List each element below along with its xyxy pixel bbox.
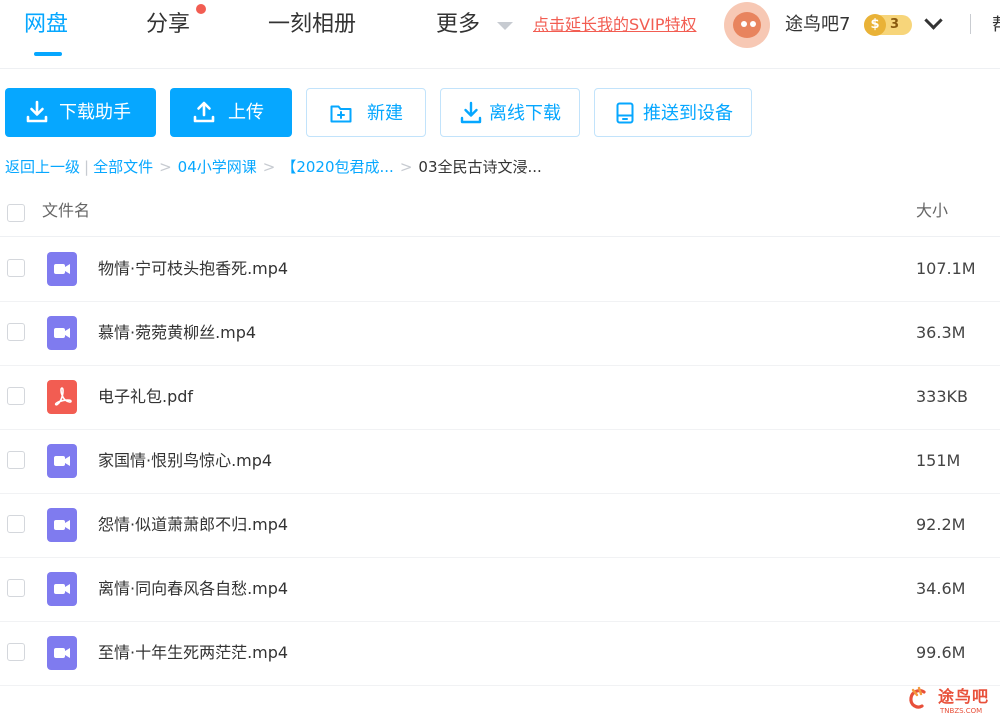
breadcrumb-divider: | — [84, 158, 90, 176]
pdf-file-icon — [47, 380, 77, 414]
download-icon — [26, 100, 48, 123]
file-name[interactable]: 家国情·恨别鸟惊心.mp4 — [98, 449, 272, 473]
file-row[interactable]: 慕情·菀菀黄柳丝.mp4 36.3M — [0, 301, 1000, 366]
file-row[interactable]: 离情·同向春风各自愁.mp4 34.6M — [0, 557, 1000, 622]
video-file-icon — [47, 252, 77, 286]
breadcrumb-separator-icon: > — [399, 158, 413, 176]
file-row[interactable]: 电子礼包.pdf 333KB — [0, 365, 1000, 430]
avatar-eye-icon — [741, 21, 747, 27]
watermark-subtext: TNBZS.COM — [940, 707, 983, 715]
file-size: 107.1M — [916, 259, 976, 278]
notification-dot — [196, 4, 206, 14]
upload-icon — [193, 101, 215, 123]
breadcrumb-folder-2[interactable]: 【2020包君成... — [281, 158, 393, 176]
watermark-logo-icon — [909, 686, 926, 709]
new-folder-icon — [330, 105, 352, 123]
active-tab-indicator — [34, 52, 62, 56]
caret-down-icon[interactable] — [497, 22, 513, 30]
watermark: 途鸟吧 TNBZS.COM — [900, 686, 996, 720]
offline-download-icon — [460, 101, 482, 124]
video-file-icon — [47, 636, 77, 670]
row-checkbox[interactable] — [7, 579, 25, 597]
breadcrumb-current: 03全民古诗文浸... — [418, 158, 542, 176]
avatar[interactable] — [724, 2, 770, 48]
breadcrumb-separator-icon: > — [262, 158, 276, 176]
file-row[interactable]: 物情·宁可枝头抱香死.mp4 107.1M — [0, 237, 1000, 302]
file-name[interactable]: 至情·十年生死两茫茫.mp4 — [98, 641, 288, 665]
push-to-device-label: 推送到设备 — [643, 103, 733, 124]
row-checkbox[interactable] — [7, 323, 25, 341]
file-row[interactable]: 至情·十年生死两茫茫.mp4 99.6M — [0, 621, 1000, 686]
chevron-down-icon[interactable] — [924, 11, 943, 30]
file-row[interactable]: 怨情·似道萧萧郎不归.mp4 92.2M — [0, 493, 1000, 558]
push-to-device-button[interactable]: 推送到设备 — [594, 88, 752, 137]
upload-button[interactable]: 上传 — [170, 88, 292, 137]
offline-download-label: 离线下载 — [489, 103, 561, 124]
file-size: 151M — [916, 451, 961, 470]
download-assistant-button[interactable]: 下载助手 — [5, 88, 156, 137]
file-size: 333KB — [916, 387, 969, 406]
tab-more[interactable]: 更多 — [436, 10, 480, 40]
breadcrumb-back-link[interactable]: 返回上一级 — [5, 158, 80, 176]
file-size: 99.6M — [916, 643, 966, 662]
file-list-header: 文件名 大小 — [0, 190, 1000, 237]
video-file-icon — [47, 316, 77, 350]
breadcrumb: 返回上一级 | 全部文件 >04小学网课 > 【2020包君成... >03全民古诗文浸..… — [5, 156, 542, 178]
file-row[interactable]: 家国情·恨别鸟惊心.mp4 151M — [0, 429, 1000, 494]
row-checkbox[interactable] — [7, 451, 25, 469]
file-name[interactable]: 电子礼包.pdf — [98, 385, 193, 409]
username[interactable]: 途鸟吧7 — [785, 11, 850, 39]
avatar-eye-icon — [750, 21, 756, 27]
avatar-face-icon — [733, 12, 761, 38]
new-folder-label: 新建 — [367, 103, 403, 124]
video-file-icon — [47, 572, 77, 606]
row-checkbox[interactable] — [7, 387, 25, 405]
file-name[interactable]: 慕情·菀菀黄柳丝.mp4 — [98, 321, 256, 345]
row-checkbox[interactable] — [7, 259, 25, 277]
offline-download-button[interactable]: 离线下载 — [440, 88, 580, 137]
svip-promo-link[interactable]: 点击延长我的SVIP特权 — [533, 12, 696, 38]
row-checkbox[interactable] — [7, 643, 25, 661]
top-nav-bar: 网盘 分享 一刻相册 更多 点击延长我的SVIP特权 途鸟吧7 $ 3 帮 — [0, 0, 1000, 69]
file-name[interactable]: 离情·同向春风各自愁.mp4 — [98, 577, 288, 601]
upload-label: 上传 — [228, 102, 264, 123]
file-size: 36.3M — [916, 323, 966, 342]
tab-share[interactable]: 分享 — [146, 10, 190, 40]
tab-photo-album[interactable]: 一刻相册 — [268, 10, 356, 40]
help-link-cutoff[interactable]: 帮 — [992, 12, 1000, 40]
video-file-icon — [47, 508, 77, 542]
new-folder-button[interactable]: 新建 — [306, 88, 426, 137]
tab-netdisk[interactable]: 网盘 — [24, 10, 68, 40]
download-assistant-label: 下载助手 — [59, 102, 131, 123]
breadcrumb-folder-1[interactable]: 04小学网课 — [178, 158, 257, 176]
row-checkbox[interactable] — [7, 515, 25, 533]
file-name[interactable]: 物情·宁可枝头抱香死.mp4 — [98, 257, 288, 281]
divider — [970, 14, 971, 34]
breadcrumb-separator-icon: > — [159, 158, 172, 176]
video-file-icon — [47, 444, 77, 478]
file-size: 92.2M — [916, 515, 966, 534]
file-size: 34.6M — [916, 579, 966, 598]
column-header-name[interactable]: 文件名 — [42, 200, 90, 222]
file-name[interactable]: 怨情·似道萧萧郎不归.mp4 — [98, 513, 288, 537]
coin-level: 3 — [890, 17, 900, 32]
coin-icon: $ — [864, 14, 886, 36]
device-icon — [616, 102, 634, 124]
column-header-size[interactable]: 大小 — [916, 200, 948, 222]
breadcrumb-all-files[interactable]: 全部文件 — [93, 158, 153, 176]
watermark-text: 途鸟吧 — [938, 687, 990, 706]
select-all-checkbox[interactable] — [7, 204, 25, 222]
coin-level-badge[interactable]: $ 3 — [864, 14, 912, 36]
